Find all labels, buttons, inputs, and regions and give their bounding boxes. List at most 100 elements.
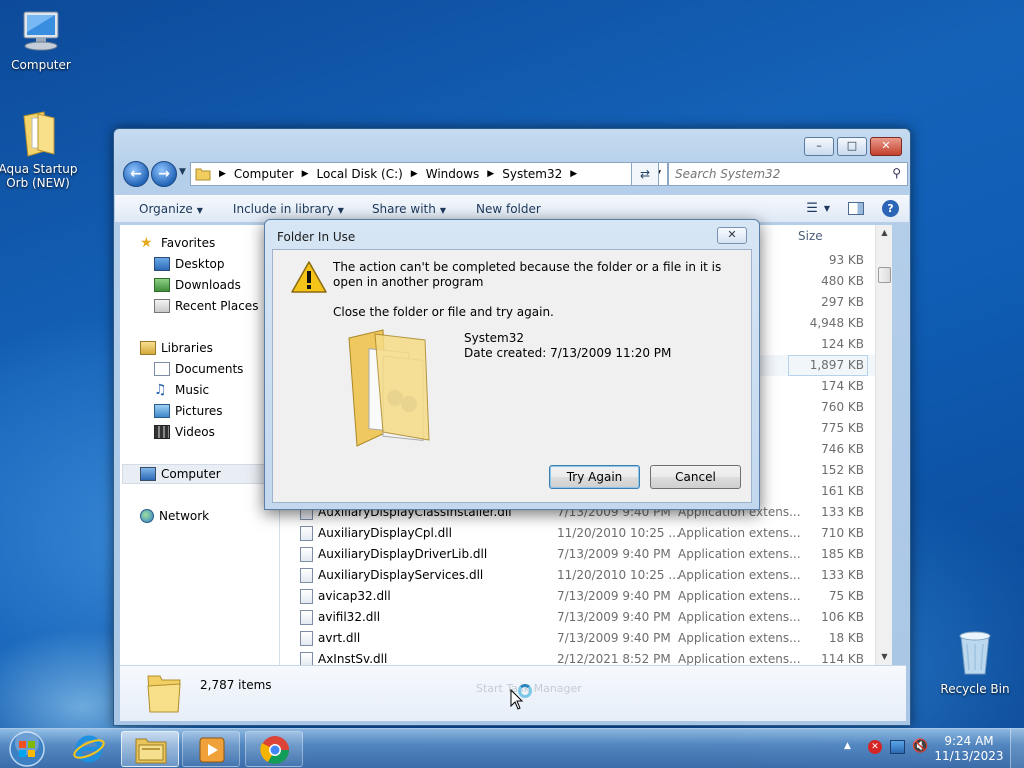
organize-menu[interactable]: Organize ▼ bbox=[139, 202, 203, 216]
file-size: 4,948 KB bbox=[809, 316, 864, 330]
file-row[interactable]: avrt.dll 7/13/2009 9:40 PM Application ext… bbox=[280, 628, 892, 649]
breadcrumb-separator-icon[interactable]: ▶ bbox=[487, 169, 494, 179]
nav-favorites[interactable]: ★ Favorites bbox=[140, 233, 215, 253]
share-with-menu[interactable]: Share with ▼ bbox=[372, 202, 446, 216]
taskbar-internet-explorer[interactable] bbox=[60, 731, 118, 767]
dll-file-icon bbox=[300, 589, 313, 604]
preview-pane-icon[interactable] bbox=[848, 202, 864, 215]
desktop-icon bbox=[154, 257, 170, 271]
file-row[interactable]: AuxiliaryDisplayCpl.dll 11/20/2010 10:25 … bbox=[280, 523, 892, 544]
breadcrumb-local-disk[interactable]: Local Disk (C:) bbox=[317, 167, 403, 181]
breadcrumb-separator-icon[interactable]: ▶ bbox=[570, 169, 577, 179]
nav-computer[interactable]: Computer bbox=[140, 464, 221, 484]
network-status-icon[interactable] bbox=[890, 740, 905, 754]
nav-computer-label: Computer bbox=[161, 467, 221, 481]
network-icon bbox=[140, 509, 154, 523]
file-row[interactable]: AxInstSv.dll 2/12/2021 8:52 PM Application… bbox=[280, 649, 892, 665]
dialog-close-button[interactable]: ✕ bbox=[717, 227, 747, 244]
dialog-title: Folder In Use bbox=[277, 230, 356, 244]
scroll-up-icon[interactable]: ▲ bbox=[876, 225, 892, 241]
nav-documents-label: Documents bbox=[175, 362, 244, 376]
show-hidden-icons-icon[interactable]: ▲ bbox=[844, 741, 851, 751]
nav-videos-label: Videos bbox=[175, 425, 215, 439]
address-bar[interactable]: ▶ Computer ▶ Local Disk (C:) ▶ Windows ▶… bbox=[190, 162, 668, 186]
file-size: 480 KB bbox=[821, 274, 864, 288]
include-label: Include in library bbox=[232, 202, 334, 216]
downloads-icon bbox=[154, 278, 170, 292]
desktop-icon-recycle-bin[interactable]: Recycle Bin bbox=[934, 630, 1016, 696]
nav-downloads[interactable]: Downloads bbox=[154, 275, 241, 295]
search-box[interactable]: ⚲ bbox=[668, 162, 908, 186]
pictures-icon bbox=[154, 404, 170, 418]
file-row[interactable]: avicap32.dll 7/13/2009 9:40 PM Application… bbox=[280, 586, 892, 607]
nav-network[interactable]: Network bbox=[140, 506, 209, 526]
view-dropdown-icon[interactable]: ▼ bbox=[824, 204, 830, 213]
back-button[interactable]: ← bbox=[123, 161, 149, 187]
close-button[interactable]: ✕ bbox=[870, 137, 902, 156]
file-date: 11/20/2010 10:25 ... bbox=[557, 568, 680, 582]
file-size: 124 KB bbox=[821, 337, 864, 351]
file-row[interactable]: AuxiliaryDisplayServices.dll 11/20/2010 1… bbox=[280, 565, 892, 586]
help-icon[interactable]: ? bbox=[882, 200, 899, 217]
change-view-icon[interactable]: ☰ bbox=[806, 201, 818, 216]
vertical-scrollbar[interactable]: ▲ ▼ bbox=[875, 225, 892, 665]
breadcrumb-computer[interactable]: Computer bbox=[234, 167, 294, 181]
nav-documents[interactable]: Documents bbox=[154, 359, 243, 379]
search-input[interactable] bbox=[669, 163, 879, 185]
breadcrumb-separator-icon[interactable]: ▶ bbox=[411, 169, 418, 179]
column-header-size[interactable]: Size bbox=[798, 229, 823, 249]
taskbar-chrome[interactable] bbox=[245, 731, 303, 767]
taskbar: ▲ ✕ 🔇 9:24 AM 11/13/2023 bbox=[0, 728, 1024, 768]
nav-recent-label: Recent Places bbox=[175, 299, 259, 313]
cancel-button[interactable]: Cancel bbox=[650, 465, 741, 489]
dll-file-icon bbox=[300, 547, 313, 562]
start-button[interactable] bbox=[4, 730, 50, 768]
chevron-down-icon: ▼ bbox=[337, 206, 344, 215]
recent-pages-dropdown-icon[interactable]: ▼ bbox=[179, 167, 186, 177]
file-size: 93 KB bbox=[828, 253, 864, 267]
clock[interactable]: 9:24 AM 11/13/2023 bbox=[934, 734, 1004, 764]
file-type: Application extens... bbox=[678, 526, 801, 540]
nav-pictures[interactable]: Pictures bbox=[154, 401, 223, 421]
windows-orb-icon bbox=[9, 731, 45, 767]
nav-desktop[interactable]: Desktop bbox=[154, 254, 225, 274]
taskbar-windows-explorer[interactable] bbox=[121, 731, 179, 767]
nav-libraries[interactable]: Libraries bbox=[140, 338, 213, 358]
minimize-button[interactable]: – bbox=[804, 137, 834, 156]
nav-videos[interactable]: Videos bbox=[154, 422, 215, 442]
file-type: Application extens... bbox=[678, 652, 801, 665]
breadcrumb-system32[interactable]: System32 bbox=[502, 167, 562, 181]
file-type: Application extens... bbox=[678, 547, 801, 561]
volume-muted-icon[interactable]: 🔇 bbox=[912, 739, 928, 754]
refresh-button[interactable]: ⇄ bbox=[631, 162, 659, 186]
navigation-pane: ★ Favorites Desktop Downloads Recent Pla… bbox=[120, 225, 280, 665]
breadcrumb-separator-icon[interactable]: ▶ bbox=[302, 169, 309, 179]
window-controls: – □ ✕ bbox=[804, 137, 902, 156]
file-date: 7/13/2009 9:40 PM bbox=[557, 547, 671, 561]
scroll-thumb[interactable] bbox=[878, 267, 891, 283]
internet-explorer-icon bbox=[73, 735, 105, 763]
file-row[interactable]: AuxiliaryDisplayDriverLib.dll 7/13/2009 9… bbox=[280, 544, 892, 565]
recycle-bin-icon bbox=[959, 631, 991, 675]
file-size: 297 KB bbox=[821, 295, 864, 309]
forward-button[interactable]: → bbox=[151, 161, 177, 187]
desktop-icon-computer[interactable]: Computer bbox=[0, 10, 82, 72]
desktop-icon-aqua-startup-orb[interactable]: Aqua Startup Orb (NEW) bbox=[0, 110, 79, 190]
scroll-down-icon[interactable]: ▼ bbox=[876, 649, 892, 665]
search-icon[interactable]: ⚲ bbox=[892, 166, 901, 180]
taskbar-media-player[interactable] bbox=[182, 731, 240, 767]
file-row[interactable]: avifil32.dll 7/13/2009 9:40 PM Application… bbox=[280, 607, 892, 628]
file-name: AuxiliaryDisplayServices.dll bbox=[318, 568, 484, 582]
file-size: 75 KB bbox=[828, 589, 864, 603]
include-in-library-menu[interactable]: Include in library ▼ bbox=[233, 202, 344, 216]
show-desktop-button[interactable] bbox=[1010, 729, 1024, 768]
action-center-icon[interactable]: ✕ bbox=[868, 740, 882, 754]
breadcrumb-windows[interactable]: Windows bbox=[426, 167, 480, 181]
dialog-instruction: Close the folder or file and try again. bbox=[333, 305, 554, 319]
new-folder-button[interactable]: New folder bbox=[476, 202, 541, 216]
nav-music[interactable]: ♫ Music bbox=[154, 380, 209, 400]
nav-recent-places[interactable]: Recent Places bbox=[154, 296, 258, 316]
maximize-button[interactable]: □ bbox=[837, 137, 867, 156]
folder-icon bbox=[23, 111, 55, 157]
try-again-button[interactable]: Try Again bbox=[549, 465, 640, 489]
